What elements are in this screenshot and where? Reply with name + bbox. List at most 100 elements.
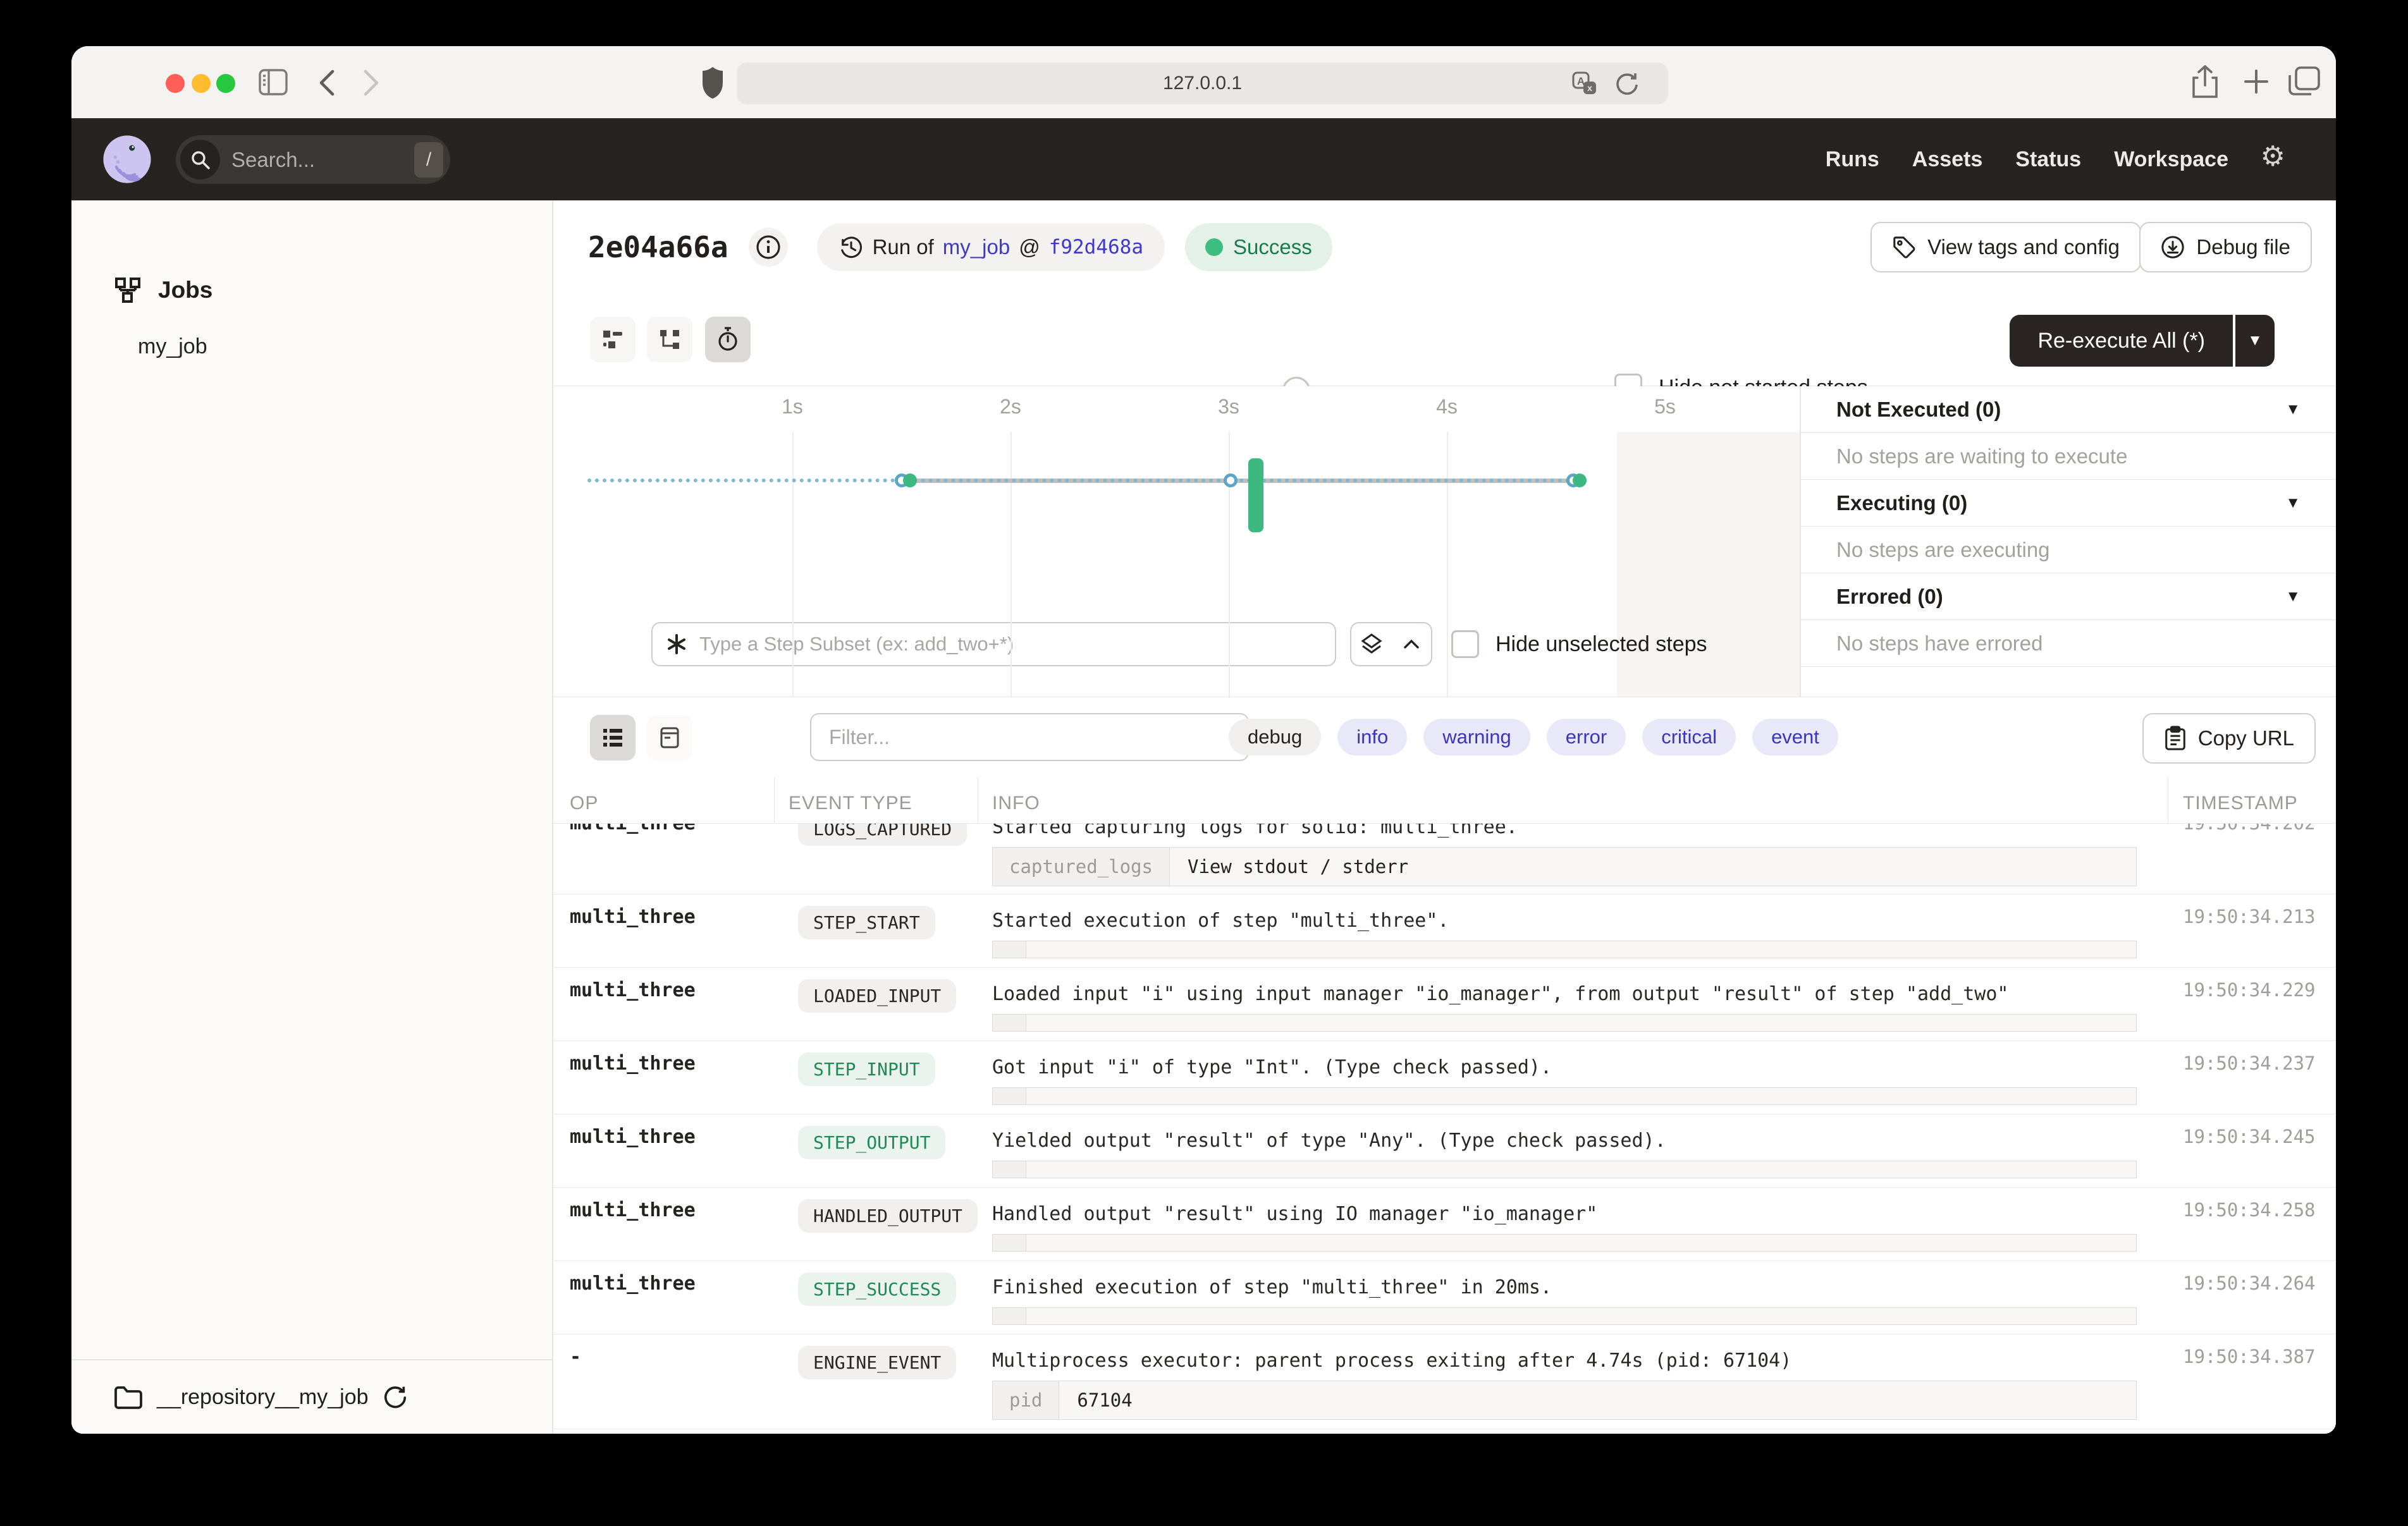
settings-gear-icon[interactable]: ⚙ xyxy=(2261,143,2285,171)
level-chip-critical[interactable]: critical xyxy=(1642,719,1736,755)
log-filter-input[interactable] xyxy=(828,725,1231,750)
gantt-success-marker[interactable] xyxy=(1573,473,1587,487)
gantt-canvas[interactable]: Hide unselected steps xyxy=(553,432,1800,697)
hide-unselected-row: Hide unselected steps xyxy=(1451,630,1707,658)
log-metadata-box[interactable] xyxy=(992,1307,2137,1325)
nav-item-status[interactable]: Status xyxy=(2015,147,2081,172)
log-metadata-box[interactable] xyxy=(992,1087,2137,1105)
status-dot xyxy=(1205,238,1223,256)
log-timestamp: 19:50:34.213 xyxy=(2183,906,2336,927)
global-search[interactable]: Search... / xyxy=(176,135,450,184)
log-timestamp: 19:50:34.229 xyxy=(2183,979,2336,1001)
log-row[interactable]: multi_three STEP_OUTPUT Yielded output "… xyxy=(553,1114,2336,1188)
level-chip-debug[interactable]: debug xyxy=(1229,719,1321,755)
log-list-view-button[interactable] xyxy=(590,715,636,760)
app-header: Search... / Runs Assets Status Workspace ⚙ xyxy=(71,118,2336,200)
zoom-window-button[interactable] xyxy=(216,74,235,93)
run-of-pill[interactable]: Run of my_job @ f92d468a xyxy=(817,223,1165,271)
apply-subset-button[interactable] xyxy=(1351,623,1391,665)
reexecute-dropdown-caret[interactable]: ▼ xyxy=(2235,315,2275,367)
panel-section-header[interactable]: Errored (0)▼ xyxy=(1801,573,2336,620)
nav-item-runs[interactable]: Runs xyxy=(1826,147,1879,172)
log-metadata-box[interactable]: captured_logs View stdout / stderr xyxy=(992,847,2137,886)
log-row[interactable]: multi_three LOADED_INPUT Loaded input "i… xyxy=(553,968,2336,1041)
panel-section-header[interactable]: Executing (0)▼ xyxy=(1801,480,2336,527)
log-op: multi_three xyxy=(570,1273,774,1295)
log-metadata-box[interactable] xyxy=(992,1234,2137,1252)
reload-icon[interactable] xyxy=(1614,70,1640,97)
close-window-button[interactable] xyxy=(166,74,185,93)
log-row[interactable]: multi_three LOGS_CAPTURED Started captur… xyxy=(553,824,2336,894)
jobs-section-header: Jobs xyxy=(114,276,212,304)
sidebar-item-my-job[interactable]: my_job xyxy=(138,334,207,359)
metadata-value[interactable] xyxy=(1026,1235,1062,1251)
level-chip-warning[interactable]: warning xyxy=(1423,719,1530,755)
level-chip-event[interactable]: event xyxy=(1752,719,1838,755)
metadata-value[interactable]: View stdout / stderr xyxy=(1170,848,1426,886)
tab-overview-icon[interactable] xyxy=(2288,66,2320,97)
address-bar[interactable]: 127.0.0.1 Ax xyxy=(737,63,1668,104)
log-op: multi_three xyxy=(570,1053,774,1075)
metadata-value[interactable]: 67104 xyxy=(1059,1381,1150,1419)
hide-unselected-checkbox[interactable] xyxy=(1451,630,1479,658)
share-icon[interactable] xyxy=(2191,65,2219,99)
at-sign: @ xyxy=(1019,235,1040,259)
log-structured-view-button[interactable] xyxy=(647,715,692,760)
view-tags-config-button[interactable]: View tags and config xyxy=(1870,222,2141,272)
log-metadata-box[interactable] xyxy=(992,1014,2137,1032)
dagster-logo[interactable] xyxy=(101,133,153,185)
commit-link[interactable]: f92d468a xyxy=(1049,236,1143,259)
log-row[interactable]: multi_three STEP_START Started execution… xyxy=(553,894,2336,968)
repository-bar[interactable]: __repository__my_job xyxy=(71,1359,552,1434)
sidebar-toggle-icon[interactable] xyxy=(259,69,288,95)
timing-view-button[interactable] xyxy=(705,317,751,362)
log-row[interactable]: - RUN_SUCCESS Finished execution of run … xyxy=(553,1429,2336,1434)
log-row[interactable]: multi_three STEP_SUCCESS Finished execut… xyxy=(553,1261,2336,1334)
log-metadata-box[interactable] xyxy=(992,1161,2137,1178)
level-chip-info[interactable]: info xyxy=(1337,719,1407,755)
gantt-success-marker[interactable] xyxy=(903,473,917,487)
debug-file-button[interactable]: Debug file xyxy=(2139,222,2312,272)
log-row[interactable]: - ENGINE_EVENT Multiprocess executor: pa… xyxy=(553,1334,2336,1429)
panel-section-header[interactable]: Not Executed (0)▼ xyxy=(1801,386,2336,433)
log-metadata-box[interactable]: pid 67104 xyxy=(992,1381,2137,1420)
gantt-start-marker[interactable] xyxy=(1224,473,1238,487)
back-button[interactable] xyxy=(319,70,335,96)
collapse-subset-button[interactable] xyxy=(1391,623,1431,665)
waterfall-view-button[interactable] xyxy=(647,317,692,362)
log-row[interactable]: multi_three HANDLED_OUTPUT Handled outpu… xyxy=(553,1188,2336,1261)
level-chip-error[interactable]: error xyxy=(1547,719,1626,755)
event-type-badge: STEP_INPUT xyxy=(798,1053,935,1086)
nav-item-assets[interactable]: Assets xyxy=(1912,147,1983,172)
log-timestamp: 19:50:34.264 xyxy=(2183,1273,2336,1294)
translate-icon[interactable]: Ax xyxy=(1572,71,1597,97)
col-info: INFO xyxy=(992,793,1040,814)
job-link[interactable]: my_job xyxy=(943,235,1010,259)
forward-button[interactable] xyxy=(363,70,379,96)
reexecute-all-button[interactable]: Re-execute All (*) xyxy=(2010,315,2233,367)
log-op: multi_three xyxy=(570,1199,774,1221)
browser-window: 127.0.0.1 Ax Search... / xyxy=(71,46,2336,1434)
copy-url-button[interactable]: Copy URL xyxy=(2142,713,2316,764)
axis-tick: 5s xyxy=(1654,395,1676,418)
status-badge: Success xyxy=(1185,223,1332,271)
flat-view-button[interactable] xyxy=(590,317,636,362)
log-table: OP EVENT TYPE INFO TIMESTAMP multi_three… xyxy=(553,778,2336,1434)
run-info-icon[interactable] xyxy=(749,228,788,267)
new-tab-icon[interactable] xyxy=(2242,67,2271,96)
log-row[interactable]: multi_three STEP_INPUT Got input "i" of … xyxy=(553,1041,2336,1114)
metadata-value[interactable] xyxy=(1026,1015,1062,1031)
gantt-selected-step-bar[interactable] xyxy=(1248,458,1263,532)
log-metadata-box[interactable] xyxy=(992,941,2137,958)
metadata-value[interactable] xyxy=(1026,941,1062,958)
metadata-value[interactable] xyxy=(1026,1088,1062,1104)
metadata-value[interactable] xyxy=(1026,1308,1062,1324)
minimize-window-button[interactable] xyxy=(192,74,211,93)
privacy-shield-icon xyxy=(702,66,723,99)
gridline xyxy=(1229,432,1230,697)
metadata-value[interactable] xyxy=(1026,1161,1062,1178)
nav-item-workspace[interactable]: Workspace xyxy=(2114,147,2228,172)
reload-repository-icon[interactable] xyxy=(383,1384,408,1410)
log-op: multi_three xyxy=(570,1126,774,1148)
col-event-type: EVENT TYPE xyxy=(789,793,912,814)
